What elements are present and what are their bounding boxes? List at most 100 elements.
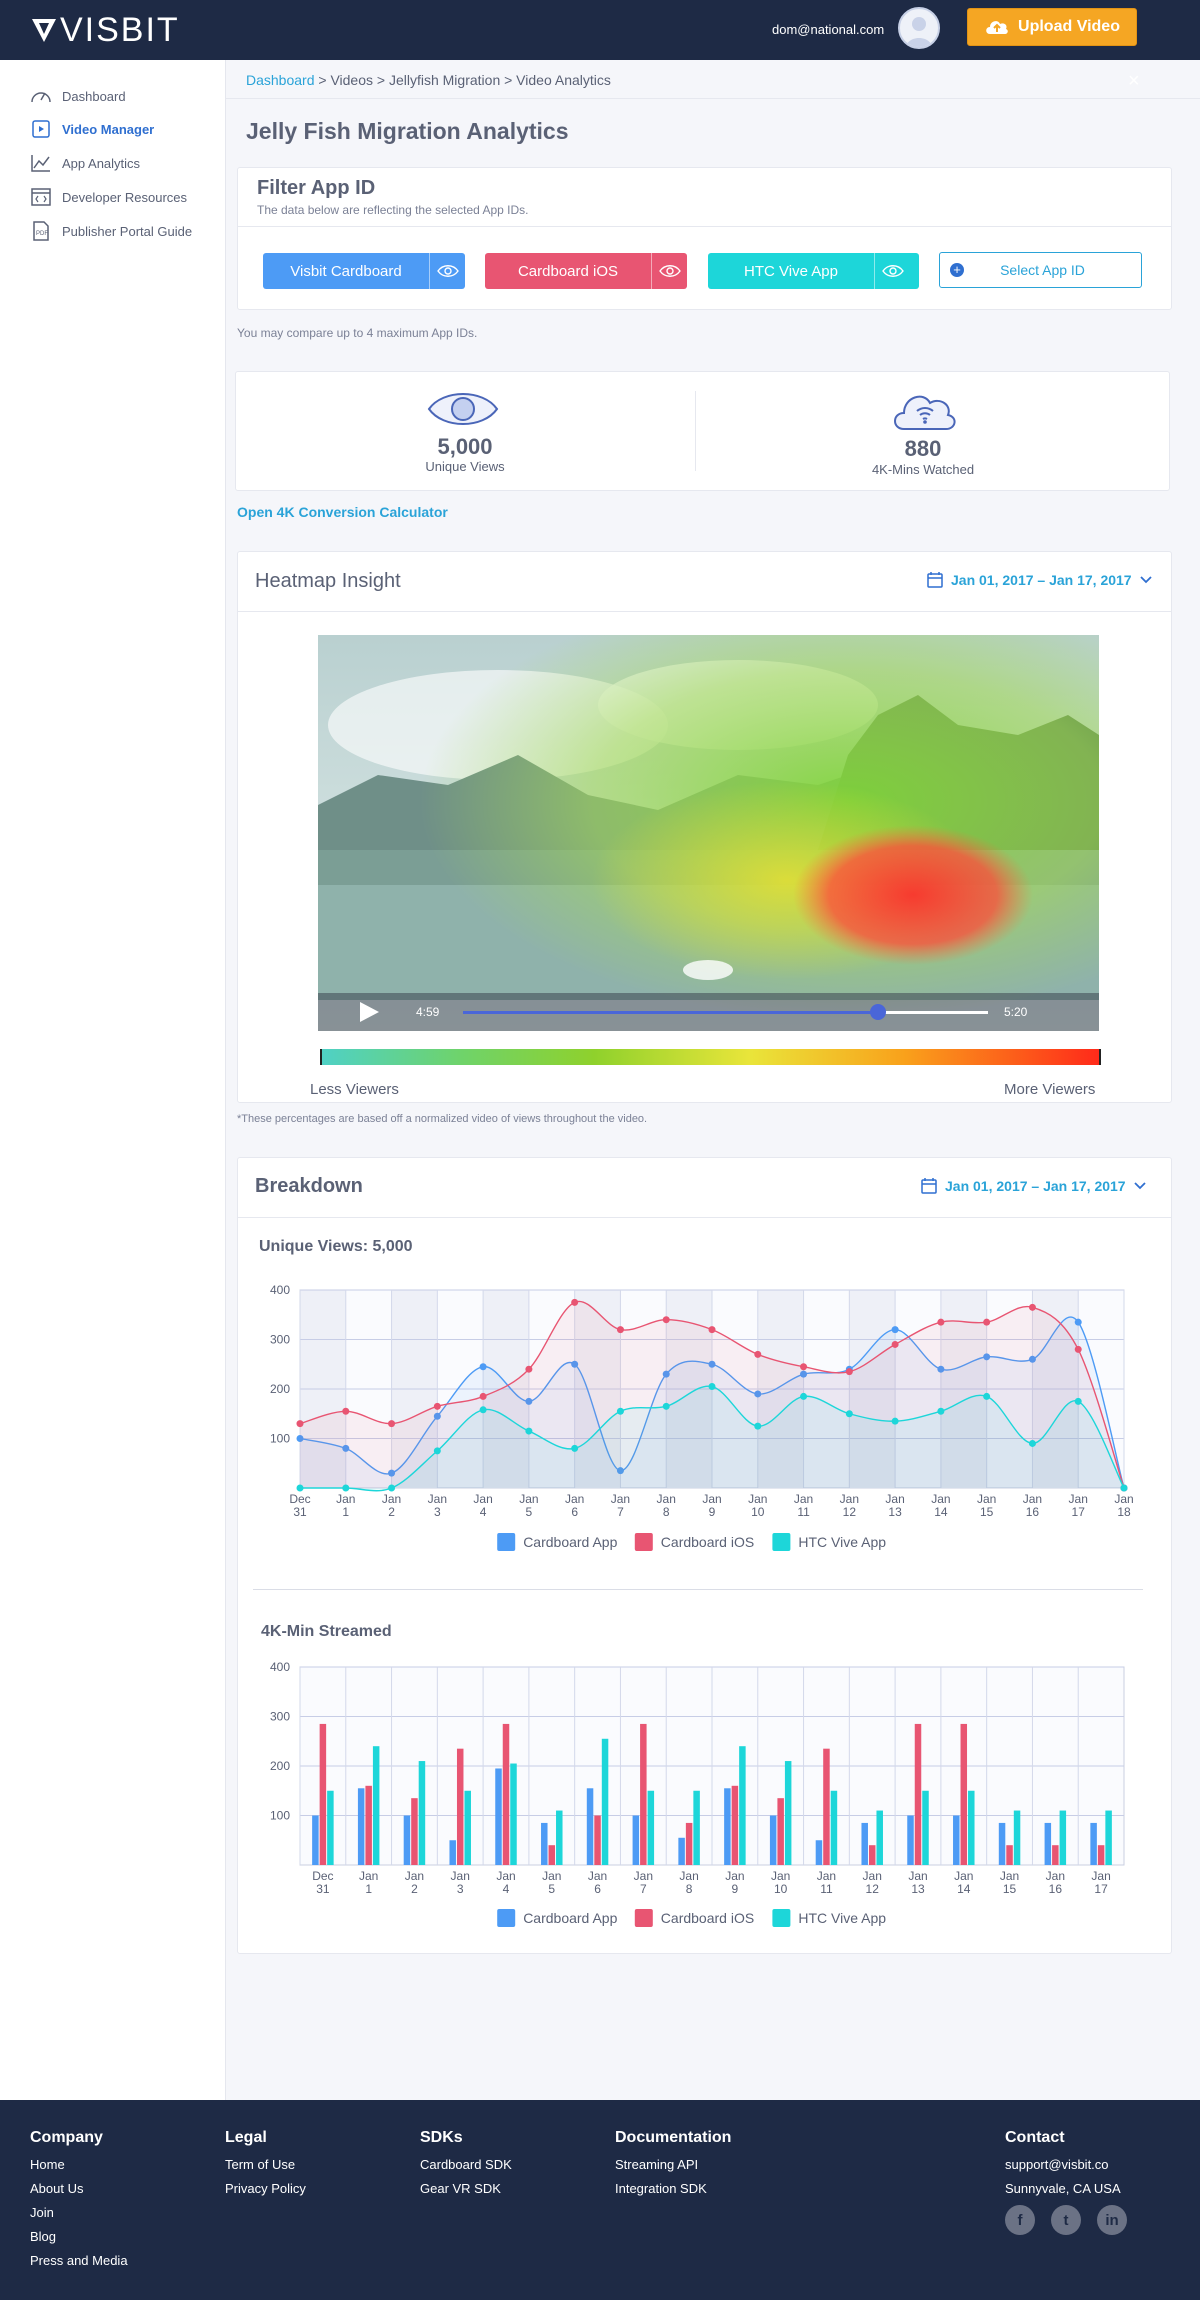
footer-link[interactable]: support@visbit.co [1005,2157,1109,2172]
y-tick-label: 200 [270,1759,290,1773]
conversion-calculator-link[interactable]: Open 4K Conversion Calculator [237,504,448,520]
cloud-upload-icon [986,21,1008,34]
sidebar-item-publisher-portal-guide[interactable]: PDF Publisher Portal Guide [30,220,192,242]
x-tick-label: Jan [840,1492,859,1506]
bar [502,1723,510,1865]
x-tick-label: 4 [480,1505,487,1519]
sidebar-item-dashboard[interactable]: Dashboard [30,85,126,107]
bar [365,1785,372,1865]
bar [861,1822,868,1865]
footer-link[interactable]: Blog [30,2229,56,2244]
eye-icon[interactable] [429,253,465,289]
data-point [1028,1439,1036,1447]
x-tick-label: Jan [519,1492,538,1506]
footer-heading: Contact [1005,2129,1065,2146]
y-tick-label: 300 [270,1710,290,1724]
app-chip-cardboard-ios[interactable]: Cardboard iOS [485,253,687,289]
footer-link[interactable]: Cardboard SDK [420,2157,512,2172]
x-tick-label: 10 [751,1505,765,1519]
avatar[interactable] [898,7,940,49]
footer-link[interactable]: Gear VR SDK [420,2181,501,2196]
user-avatar-icon [906,17,932,47]
y-tick-label: 400 [270,1283,290,1297]
bar [594,1815,601,1865]
x-tick-label: Dec [289,1492,310,1506]
bar [456,1748,464,1865]
footer-link[interactable]: Sunnyvale, CA USA [1005,2181,1121,2196]
bar [922,1790,929,1865]
x-tick-label: Jan [931,1492,950,1506]
legend-label: Cardboard iOS [661,1910,754,1926]
upload-video-button[interactable]: Upload Video [967,8,1137,46]
heatmap-date-picker[interactable]: Jan 01, 2017 – Jan 17, 2017 [927,571,1152,588]
filter-title: Filter App ID [257,177,376,199]
data-point [342,1484,350,1492]
footer-heading: Legal [225,2129,267,2146]
eye-icon[interactable] [874,253,910,289]
footer-link[interactable]: Streaming API [615,2157,698,2172]
brand-logo[interactable]: VISBIT [30,11,180,49]
data-point [525,1427,533,1435]
sidebar-item-app-analytics[interactable]: App Analytics [30,152,140,174]
x-tick-label: Dec [312,1869,333,1883]
play-icon[interactable] [358,1001,380,1023]
heatmap-video-player[interactable]: 4:59 5:20 [318,635,1099,1031]
sidebar-item-label: Publisher Portal Guide [62,223,193,239]
x-tick-label: Jan [748,1492,767,1506]
legend-label: Cardboard App [523,1910,617,1926]
footer-link[interactable]: Join [30,2205,54,2220]
user-email[interactable]: dom@national.com [772,22,884,37]
heatmap-video-frame [318,635,1099,1031]
bar-chart-title: 4K-Min Streamed [261,1623,392,1640]
data-point [891,1417,899,1425]
bar [968,1790,975,1865]
bar [769,1815,777,1865]
bar [998,1822,1006,1865]
app-chip-htc-vive[interactable]: HTC Vive App [708,253,919,289]
y-tick-label: 300 [270,1333,290,1347]
x-tick-label: 17 [1072,1505,1086,1519]
x-tick-label: Jan [496,1869,515,1883]
bar [1097,1845,1105,1865]
footer-link[interactable]: Home [30,2157,65,2172]
app-chip-label: Visbit Cardboard [290,262,402,280]
footer-link[interactable]: Privacy Policy [225,2181,306,2196]
unique-views-line-chart: 100200300400Dec31Jan1Jan2Jan3Jan4Jan5Jan… [270,1283,1134,1551]
x-tick-label: Jan [611,1492,630,1506]
bar [685,1822,693,1865]
line-chart-title: Unique Views: 5,000 [259,1238,413,1255]
bar [418,1761,426,1865]
footer-link[interactable]: About Us [30,2181,83,2196]
x-tick-label: Jan [1046,1869,1065,1883]
footer-link[interactable]: Integration SDK [615,2181,707,2196]
data-point [891,1326,899,1334]
legend-swatch [634,1533,653,1551]
eye-icon[interactable] [651,253,687,289]
footer-link[interactable]: Press and Media [30,2253,128,2268]
heatmap-header-divider [237,611,1172,612]
breakdown-date-picker[interactable]: Jan 01, 2017 – Jan 17, 2017 [921,1177,1146,1194]
x-tick-label: 10 [774,1882,788,1896]
close-icon[interactable]: × [1128,70,1140,93]
x-tick-label: 16 [1049,1882,1063,1896]
app-chip-visbit-cardboard[interactable]: Visbit Cardboard [263,253,465,289]
sidebar-item-developer-resources[interactable]: Developer Resources [30,186,187,208]
x-tick-label: 5 [548,1882,555,1896]
video-progress-handle[interactable] [869,1004,886,1020]
breadcrumb-home-link[interactable]: Dashboard [246,72,315,88]
x-tick-label: 9 [732,1882,739,1896]
bar [640,1723,647,1865]
x-tick-label: 2 [388,1505,395,1519]
data-point [983,1318,991,1326]
select-app-id-button[interactable]: + Select App ID [939,252,1142,288]
data-point [1074,1345,1082,1353]
footer-link[interactable]: Term of Use [225,2157,295,2172]
bar [960,1723,968,1865]
bar [449,1840,456,1865]
facebook-icon[interactable]: f [1005,2205,1035,2235]
twitter-icon[interactable]: t [1051,2205,1081,2235]
sidebar-item-video-manager[interactable]: Video Manager [30,118,154,140]
linkedin-icon[interactable]: in [1097,2205,1127,2235]
bar [777,1798,784,1865]
video-progress-track[interactable] [463,1004,988,1020]
